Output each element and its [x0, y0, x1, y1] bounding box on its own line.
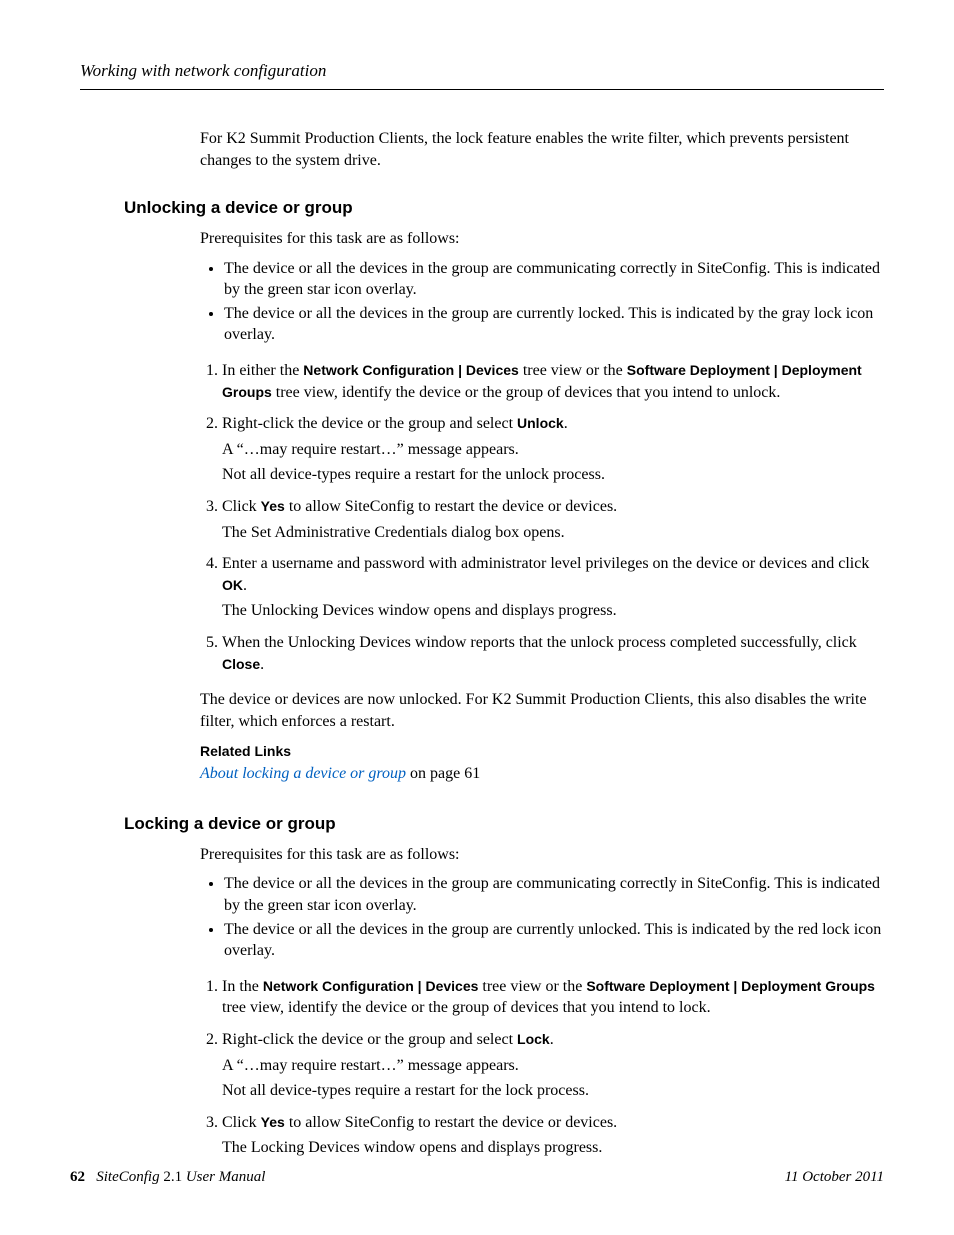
prereq-list: The device or all the devices in the gro…: [200, 258, 884, 346]
ui-label: Close: [222, 656, 260, 672]
list-item: The device or all the devices in the gro…: [224, 258, 884, 301]
step-text: to allow SiteConfig to restart the devic…: [285, 498, 617, 515]
step-text: In either the: [222, 362, 303, 379]
related-link[interactable]: About locking a device or group: [200, 765, 406, 782]
intro-paragraph: For K2 Summit Production Clients, the lo…: [200, 128, 884, 171]
related-link-line: About locking a device or group on page …: [200, 763, 884, 785]
step-text: Right-click the device or the group and …: [222, 1031, 517, 1048]
steps-list: In either the Network Configuration | De…: [200, 360, 884, 675]
product-version: 2.1: [160, 1169, 186, 1185]
step-item: Click Yes to allow SiteConfig to restart…: [222, 1112, 884, 1159]
step-text: tree view or the: [519, 362, 627, 379]
step-text: Right-click the device or the group and …: [222, 415, 517, 432]
step-subtext: Not all device-types require a restart f…: [222, 1080, 884, 1102]
ui-path: Network Configuration | Devices: [303, 362, 519, 378]
step-item: Click Yes to allow SiteConfig to restart…: [222, 496, 884, 543]
steps-list: In the Network Configuration | Devices t…: [200, 976, 884, 1159]
ui-label: Lock: [517, 1031, 550, 1047]
manual-title: User Manual: [186, 1169, 266, 1185]
product-name: SiteConfig: [96, 1169, 159, 1185]
step-text: In the: [222, 978, 263, 995]
step-subtext: The Unlocking Devices window opens and d…: [222, 600, 884, 622]
prereq-text: Prerequisites for this task are as follo…: [200, 844, 884, 866]
ui-path: Network Configuration | Devices: [263, 978, 479, 994]
step-text: When the Unlocking Devices window report…: [222, 634, 857, 651]
section-heading-unlocking: Unlocking a device or group: [124, 197, 884, 220]
list-item: The device or all the devices in the gro…: [224, 919, 884, 962]
step-text: tree view, identify the device or the gr…: [272, 384, 781, 401]
related-link-tail: on page 61: [406, 765, 480, 782]
closing-paragraph: The device or devices are now unlocked. …: [200, 689, 884, 732]
step-text: tree view, identify the device or the gr…: [222, 999, 711, 1016]
step-item: Right-click the device or the group and …: [222, 1029, 884, 1102]
step-item: In the Network Configuration | Devices t…: [222, 976, 884, 1019]
step-text: .: [564, 415, 568, 432]
step-item: Enter a username and password with admin…: [222, 553, 884, 622]
ui-label: Unlock: [517, 415, 564, 431]
prereq-text: Prerequisites for this task are as follo…: [200, 228, 884, 250]
step-subtext: The Locking Devices window opens and dis…: [222, 1137, 884, 1159]
step-text: .: [243, 577, 247, 594]
ui-label: OK: [222, 577, 243, 593]
ui-label: Yes: [261, 1114, 285, 1130]
footer-left: 62 SiteConfig 2.1 User Manual: [70, 1167, 265, 1187]
page-number: 62: [70, 1169, 85, 1185]
step-subtext: The Set Administrative Credentials dialo…: [222, 522, 884, 544]
step-text: .: [260, 656, 264, 673]
step-subtext: Not all device-types require a restart f…: [222, 464, 884, 486]
running-head: Working with network configuration: [80, 60, 884, 90]
list-item: The device or all the devices in the gro…: [224, 873, 884, 916]
step-subtext: A “…may require restart…” message appear…: [222, 439, 884, 461]
footer-date: 11 October 2011: [785, 1167, 884, 1187]
related-links-heading: Related Links: [200, 742, 884, 761]
step-subtext: A “…may require restart…” message appear…: [222, 1055, 884, 1077]
step-item: When the Unlocking Devices window report…: [222, 632, 884, 675]
step-text: to allow SiteConfig to restart the devic…: [285, 1114, 617, 1131]
step-text: Click: [222, 498, 261, 515]
page-footer: 62 SiteConfig 2.1 User Manual 11 October…: [70, 1167, 884, 1187]
step-text: .: [550, 1031, 554, 1048]
step-text: tree view or the: [478, 978, 586, 995]
ui-path: Software Deployment | Deployment Groups: [586, 978, 875, 994]
step-text: Click: [222, 1114, 261, 1131]
step-text: Enter a username and password with admin…: [222, 555, 869, 572]
ui-label: Yes: [261, 498, 285, 514]
section-heading-locking: Locking a device or group: [124, 813, 884, 836]
step-item: Right-click the device or the group and …: [222, 413, 884, 486]
step-item: In either the Network Configuration | De…: [222, 360, 884, 403]
list-item: The device or all the devices in the gro…: [224, 303, 884, 346]
prereq-list: The device or all the devices in the gro…: [200, 873, 884, 961]
